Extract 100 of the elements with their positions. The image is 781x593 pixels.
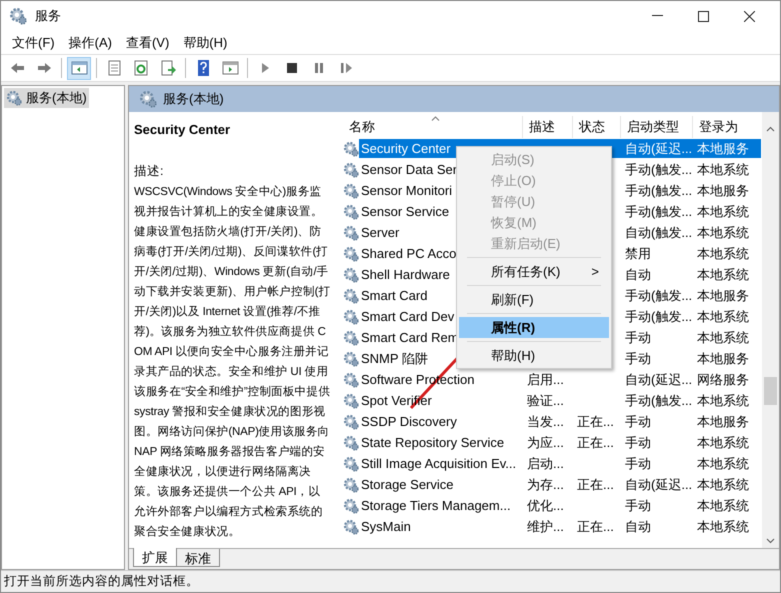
table-cell-text: 自动(延迟...: [624, 476, 691, 494]
table-cell-text: 手动: [624, 413, 652, 431]
service-title: Security Center: [134, 121, 232, 139]
gear-icon: [343, 350, 359, 366]
table-cell-text: 启用...: [526, 371, 565, 389]
table-cell-text: 本地服务: [696, 287, 750, 305]
sort-caret-icon: [431, 116, 440, 121]
table-cell-text: 手动: [624, 434, 652, 452]
minimize-icon: [652, 15, 662, 17]
gear-icon: [343, 246, 359, 262]
table-cell: 本地服务: [691, 139, 761, 158]
menu-item[interactable]: 属性(R): [459, 317, 609, 338]
gear-icon: [343, 308, 359, 324]
service-name[interactable]: State Repository Service: [359, 433, 521, 452]
tree-item[interactable]: 服务(本地): [4, 88, 89, 108]
table-cell-text: 本地系统: [696, 518, 750, 536]
close-icon: [744, 10, 754, 22]
table-cell-text: 手动(触发...: [624, 161, 691, 179]
panel-icon: [222, 60, 238, 76]
description-label: 描述:: [134, 162, 164, 180]
scroll-up-icon[interactable]: [766, 126, 775, 132]
column-header[interactable]: 名称: [343, 116, 523, 138]
gear-icon: [343, 372, 359, 388]
scroll-down-icon[interactable]: [766, 538, 775, 544]
document-icon: [106, 60, 122, 76]
gear-icon: [6, 90, 22, 106]
table-cell-text: 禁用: [624, 245, 652, 263]
table-cell-text: 为存...: [526, 476, 565, 494]
scrollbar-thumb[interactable]: [764, 377, 777, 405]
column-header[interactable]: 状态: [573, 116, 621, 138]
menu-item[interactable]: 帮助(H): [459, 345, 609, 366]
tab[interactable]: 扩展: [133, 548, 177, 567]
gear-icon: [343, 476, 359, 492]
panel-icon: [70, 60, 88, 76]
export-icon: [160, 60, 176, 76]
gear-icon: [343, 140, 359, 156]
table-cell-text: 验证...: [526, 392, 565, 410]
submenu-arrow: >: [591, 262, 599, 281]
gear-icon: [343, 182, 359, 198]
table-cell-text: 手动: [624, 455, 652, 473]
menu-item[interactable]: 文件(F): [5, 32, 62, 53]
gear-icon: [343, 434, 359, 450]
pane-title: 服务(本地): [163, 90, 224, 108]
table-cell: 自动(延迟...: [619, 139, 691, 158]
gear-icon: [343, 204, 359, 220]
table-cell-text: 本地系统: [696, 497, 750, 515]
forward-arrow-icon: [36, 60, 52, 76]
service-name[interactable]: SysMain: [359, 517, 521, 536]
menu-item[interactable]: 帮助(H): [176, 32, 234, 53]
table-cell-text: 本地系统: [696, 245, 750, 263]
service-name[interactable]: Storage Tiers Managem...: [359, 496, 521, 515]
table-cell-text: 手动: [624, 497, 652, 515]
gear-icon: [343, 162, 359, 178]
table-cell-text: 本地系统: [696, 266, 750, 284]
tree-item-label: 服务(本地): [26, 89, 87, 108]
menu-item[interactable]: 所有任务(K) >: [459, 261, 609, 282]
status-text: 打开当前所选内容的属性对话框。: [1, 570, 780, 592]
gear-icon: [343, 456, 359, 472]
column-header[interactable]: 描述: [523, 116, 573, 138]
table-cell-text: 自动(延迟...: [624, 371, 691, 389]
table-cell-text: 正在...: [576, 413, 615, 431]
gear-icon: [343, 224, 359, 240]
table-cell-text: 本地系统: [696, 203, 750, 221]
table-cell-text: 手动: [624, 350, 652, 368]
table-cell-text: 网络服务: [696, 371, 750, 389]
service-name[interactable]: Storage Service: [359, 475, 521, 494]
maximize-icon: [698, 10, 708, 22]
table-cell-text: 自动(触发...: [624, 224, 691, 242]
description-text: WSCSVC(Windows 安全中心)服务监视并报告计算机上的安全健康设置。健康设置包括防火墙(打开/关闭)、防病毒(打开/关闭/过期)、反间谍软件(打开/关闭/过期)、Windows 更新(自动/手动下载并安装更新)、用户帐户控制(打开/关闭)以及 Internet 设置(推荐/不推荐)。该服务为独立软件供应商提供 COM API 以便向安全中心服务注册并记录其产品的状态。安全和维护 UI 使用该服务在“安全和维护”控制面板中提供 systray 警报和安全健康状况的图形视图。网络访问保护(NAP)使用该服务向 NAP 网络策略服务器报告客户端的安全健康状况，以便进行网络隔离决策。该服务还提供一个公共 API，以允许外部客户以编程方式检索系统的聚合安全健康状况。: [134, 184, 331, 540]
gear-icon: [139, 90, 157, 108]
back-arrow-icon: [8, 60, 26, 76]
service-name[interactable]: SSDP Discovery: [359, 412, 521, 431]
gear-icon: [343, 266, 359, 282]
table-cell-text: 自动: [624, 518, 652, 536]
gear-icon: [343, 498, 359, 514]
column-header[interactable]: 启动类型: [621, 116, 693, 138]
table-cell-text: 正在...: [576, 434, 615, 452]
table-cell-text: 正在...: [576, 518, 615, 536]
table-cell-text: 手动(触发...: [624, 287, 691, 305]
table-cell-text: 当发...: [526, 413, 565, 431]
window-title: 服务: [35, 7, 61, 26]
table-cell-text: 优化...: [526, 497, 565, 515]
table-cell-text: 为应...: [526, 434, 565, 452]
table-cell-text: 正在...: [576, 476, 615, 494]
menu-item[interactable]: 操作(A): [62, 32, 119, 53]
table-cell-text: 本地系统: [696, 329, 750, 347]
menu-item[interactable]: 刷新(F): [459, 289, 609, 310]
tab[interactable]: 标准: [177, 549, 220, 567]
refresh-icon: [132, 60, 150, 76]
menu-item[interactable]: 查看(V): [118, 32, 176, 53]
table-cell-text: 自动: [624, 266, 652, 284]
table-cell-text: 手动(触发...: [624, 308, 691, 326]
service-name[interactable]: Still Image Acquisition Ev...: [359, 454, 521, 473]
table-cell-text: 手动: [624, 329, 652, 347]
table-cell-text: 本地服务: [696, 350, 750, 368]
table-cell-text: 本地系统: [696, 392, 750, 410]
table-cell-text: 本地系统: [696, 308, 750, 326]
gear-icon: [343, 392, 359, 408]
table-cell-text: 手动(触发...: [624, 182, 691, 200]
gear-icon: [343, 330, 359, 346]
